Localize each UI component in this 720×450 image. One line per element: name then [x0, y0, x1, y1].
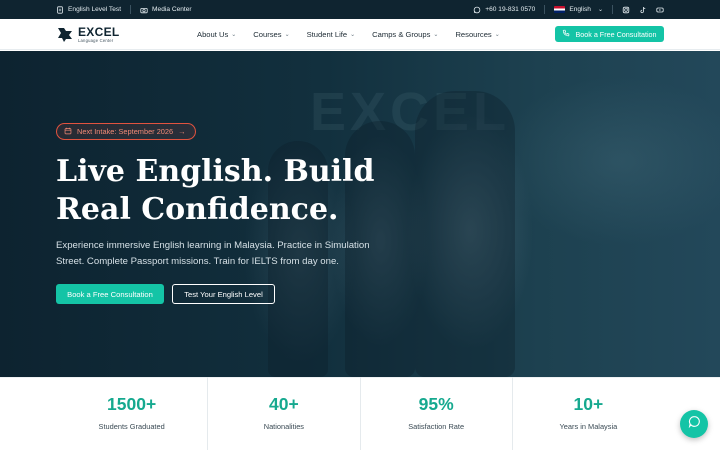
chevron-down-icon: ⌄ [231, 32, 237, 38]
logo-name: EXCEL [78, 24, 120, 39]
nav-item-label: Courses [253, 30, 282, 39]
language-label: English [569, 6, 591, 13]
nav-item-label: Resources [455, 30, 492, 39]
chevron-down-icon: ⌄ [494, 32, 500, 38]
test-english-level-button[interactable]: Test Your English Level [172, 284, 275, 304]
stats-section: 1500+ Students Graduated 40+ Nationaliti… [56, 377, 664, 450]
chevron-down-icon: ⌄ [284, 32, 290, 38]
chevron-down-icon: ⌄ [597, 7, 603, 13]
arrow-right-icon: → [178, 127, 186, 136]
document-icon [56, 5, 64, 14]
excel-logo[interactable]: EXCEL Language Center [56, 24, 120, 45]
whatsapp-icon [473, 6, 481, 14]
chevron-down-icon: ⌄ [433, 32, 439, 38]
calendar-icon [64, 127, 72, 137]
stat-value: 40+ [269, 394, 299, 415]
nav-item-courses[interactable]: Courses ⌄ [253, 30, 289, 39]
nav-item-label: Camps & Groups [372, 30, 431, 39]
instagram-icon[interactable] [622, 6, 630, 14]
phone-number: +60 19-831 0570 [485, 6, 536, 13]
topbar-right: +60 19-831 0570 English ⌄ [473, 0, 664, 19]
media-center-link[interactable]: Media Center [140, 6, 192, 14]
topbar-divider [544, 5, 546, 14]
stat-value: 1500+ [107, 394, 157, 415]
hero-title-line-1: Live English. Build [56, 154, 375, 189]
nav-item-label: Student Life [306, 30, 348, 39]
language-selector[interactable]: English ⌄ [554, 6, 603, 13]
stat-value: 95% [418, 394, 454, 415]
next-intake-badge[interactable]: Next Intake: September 2026 → [56, 123, 196, 140]
youtube-icon[interactable] [656, 6, 664, 14]
nav-item-about-us[interactable]: About Us ⌄ [197, 30, 236, 39]
hero-section: EXCEL Next Intake: September 2026 → Live… [0, 51, 720, 377]
stat-nationalities: 40+ Nationalities [208, 377, 361, 450]
main-navigation: EXCEL Language Center About Us ⌄ Courses… [0, 19, 720, 50]
hero-subtitle: Experience immersive English learning in… [56, 240, 370, 267]
stat-satisfaction-rate: 95% Satisfaction Rate [361, 377, 513, 450]
nav-item-label: About Us [197, 30, 229, 39]
camera-icon [140, 6, 148, 14]
tiktok-icon[interactable] [639, 6, 647, 14]
stat-label: Students Graduated [98, 421, 165, 431]
nav-cta-label: Book a Free Consultation [575, 29, 657, 39]
topbar-divider [612, 5, 613, 14]
english-level-test-label: English Level Test [68, 6, 122, 13]
stat-value: 10+ [573, 394, 604, 415]
topbar-left-links: English Level Test Media Center [56, 0, 192, 19]
intake-label: Next Intake: September 2026 [77, 127, 174, 136]
stat-years-in-malaysia: 10+ Years in Malaysia [513, 377, 664, 450]
phone-link[interactable]: +60 19-831 0570 [473, 6, 535, 14]
stat-students-graduated: 1500+ Students Graduated [56, 377, 209, 450]
logo-text: EXCEL Language Center [78, 26, 120, 43]
chevron-down-icon: ⌄ [350, 32, 356, 38]
stat-label: Nationalities [263, 421, 304, 431]
book-consultation-button[interactable]: Book a Free Consultation [56, 284, 164, 304]
logo-subtitle: Language Center [78, 37, 114, 43]
topbar-divider [130, 5, 132, 14]
chat-bubble-icon [688, 415, 701, 433]
english-level-test-link[interactable]: English Level Test [56, 5, 122, 14]
uk-flag-icon [554, 6, 566, 13]
media-center-label: Media Center [152, 6, 192, 13]
phone-icon [562, 29, 570, 39]
top-utility-bar: English Level Test Media Center +60 19-8… [0, 0, 720, 19]
stat-label: Years in Malaysia [559, 421, 618, 431]
background-person [415, 91, 515, 377]
hero-title-line-2: Real Confidence. [56, 192, 339, 227]
logo-mark-icon [56, 25, 74, 45]
nav-book-consultation-button[interactable]: Book a Free Consultation [555, 26, 664, 42]
chat-widget-button[interactable] [680, 410, 708, 438]
stat-label: Satisfaction Rate [408, 421, 465, 431]
nav-item-resources[interactable]: Resources ⌄ [455, 30, 499, 39]
hero-title: Live English. Build Real Confidence. [56, 153, 456, 229]
nav-item-student-life[interactable]: Student Life ⌄ [307, 30, 356, 39]
nav-menu: About Us ⌄ Courses ⌄ Student Life ⌄ Camp… [197, 19, 517, 50]
nav-item-camps-groups[interactable]: Camps & Groups ⌄ [372, 30, 438, 39]
